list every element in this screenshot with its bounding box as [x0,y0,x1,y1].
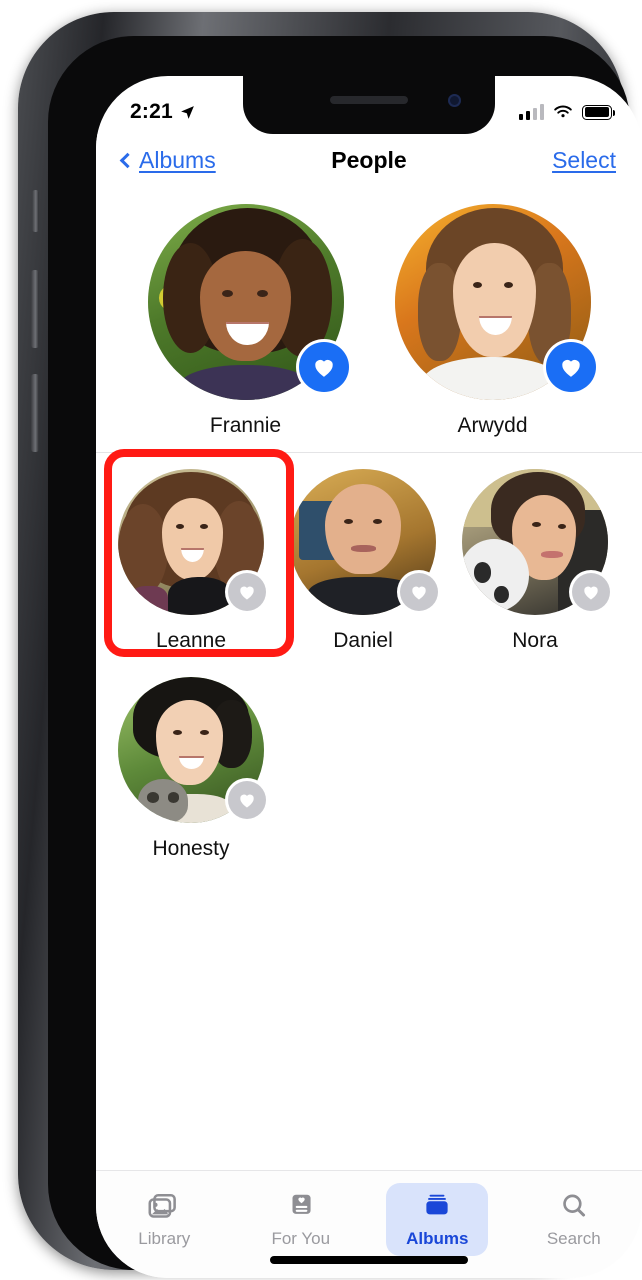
phone-screen: 2:21 Albums People Select Frannie Arwydd… [96,76,642,1278]
device-frame: 2:21 Albums People Select Frannie Arwydd… [18,12,642,1278]
favorite-badge[interactable] [545,342,596,392]
favorite-badge[interactable] [298,342,349,392]
device-stage: 2:21 Albums People Select Frannie Arwydd… [0,0,642,1280]
favorite-badge[interactable] [228,573,266,611]
select-button[interactable]: Select [552,147,616,174]
avatar-wrap [118,469,266,615]
tab-label: Albums [406,1229,469,1248]
person-name: Nora [512,629,558,652]
tab-label: Library [138,1229,191,1248]
status-bar: 2:21 [96,76,642,134]
person-name: Arwydd [457,414,528,437]
photos-library-icon [148,1193,177,1218]
person-leanne[interactable]: Leanne [118,469,266,653]
home-indicator[interactable] [270,1256,468,1264]
people-row-2: Honesty [96,653,642,861]
chevron-left-icon [119,152,136,168]
favorite-badge[interactable] [572,573,610,611]
person-name: Honesty [152,837,230,860]
for-you-card-icon [292,1194,311,1214]
tab-for-you[interactable]: For You [233,1183,370,1256]
search-icon [562,1194,585,1217]
person-daniel[interactable]: Daniel [290,469,438,653]
heart-icon [561,359,580,377]
person-name: Frannie [209,414,282,437]
person-nora[interactable]: Nora [462,469,610,653]
people-content: Frannie Arwydd Leanne Daniel Nora Honest… [96,186,642,861]
heart-icon [240,794,254,808]
tab-library[interactable]: Library [96,1183,233,1256]
person-arwydd[interactable]: Arwydd [394,204,596,438]
tab-label: For You [271,1229,331,1248]
avatar-wrap [462,469,610,615]
person-frannie[interactable]: Frannie [147,204,349,438]
volume-down-button[interactable] [31,374,39,452]
people-row-1: Leanne Daniel Nora [96,449,642,657]
device-bezel: 2:21 Albums People Select Frannie Arwydd… [48,36,642,1278]
favorites-row: Frannie Arwydd [96,204,642,438]
tab-search[interactable]: Search [506,1183,642,1256]
back-to-albums-button[interactable]: Albums [119,146,216,174]
heart-icon [240,586,254,600]
volume-up-button[interactable] [31,270,39,348]
tab-label: Search [546,1229,601,1248]
status-time: 2:21 [130,100,173,123]
favorite-badge[interactable] [400,573,438,611]
battery-icon [582,104,616,120]
avatar-wrap [290,469,438,615]
mute-switch[interactable] [32,190,39,232]
heart-icon [584,586,598,600]
avatar-wrap [118,677,266,823]
back-button-label: Albums [139,146,216,173]
wifi-icon [554,105,572,118]
albums-book-icon [426,1194,448,1215]
person-name: Daniel [333,629,393,652]
person-honesty[interactable]: Honesty [118,677,266,861]
location-arrow-icon [180,105,194,119]
status-bar-left: 2:21 [130,100,196,124]
status-bar-right [518,104,616,120]
cellular-signal-icon [518,104,544,120]
person-name: Leanne [155,629,227,652]
heart-icon [314,359,333,377]
avatar-wrap [147,204,349,400]
favorites-section: Frannie Arwydd [96,186,642,452]
avatar-wrap [394,204,596,400]
favorite-badge[interactable] [228,781,266,819]
heart-icon [412,586,426,600]
tab-albums[interactable]: Albums [369,1183,506,1256]
navigation-bar: Albums People Select [96,134,642,186]
